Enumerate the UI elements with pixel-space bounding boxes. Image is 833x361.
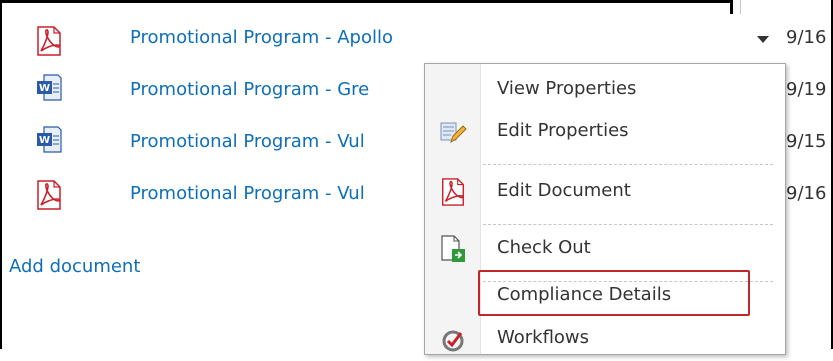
- frame-divider-light: [740, 0, 741, 14]
- menu-separator: [483, 164, 773, 165]
- menu-item-label: Edit Properties: [497, 120, 629, 141]
- menu-item-edit-document[interactable]: Edit Document: [425, 170, 785, 214]
- dropdown-arrow-icon: [757, 36, 769, 43]
- menu-item-workflows[interactable]: Workflows: [425, 317, 785, 361]
- document-link[interactable]: Promotional Program - Gre: [130, 79, 369, 100]
- item-menu-dropdown[interactable]: [751, 23, 777, 57]
- menu-separator: [483, 224, 773, 225]
- pdf-icon: [37, 180, 61, 210]
- document-row: Promotional Program - Apollo 9/16: [2, 14, 831, 62]
- menu-item-check-out[interactable]: Check Out: [425, 227, 785, 271]
- pdf-icon: [37, 26, 61, 56]
- menu-item-label: Check Out: [497, 237, 591, 258]
- menu-item-label: Workflows: [497, 327, 590, 348]
- document-link[interactable]: Promotional Program - Vul: [130, 183, 365, 204]
- modified-date: 9/19: [786, 79, 827, 100]
- menu-item-view-properties[interactable]: View Properties: [425, 68, 785, 112]
- menu-item-label: View Properties: [497, 78, 637, 99]
- svg-text:W: W: [39, 83, 50, 94]
- modified-date: 9/16: [786, 27, 827, 48]
- frame-divider: [730, 0, 733, 14]
- pdf-icon: [442, 178, 464, 206]
- modified-date: 9/16: [786, 183, 827, 204]
- word-icon: W: [37, 74, 62, 101]
- edit-properties-icon: [440, 122, 467, 144]
- check-out-icon: [441, 235, 465, 262]
- add-document-link[interactable]: Add document: [9, 256, 140, 277]
- menu-item-label: Edit Document: [497, 180, 631, 201]
- document-link[interactable]: Promotional Program - Vul: [130, 131, 365, 152]
- frame-top-border: [0, 0, 733, 3]
- svg-text:W: W: [39, 135, 50, 146]
- highlight-box: [478, 270, 750, 316]
- word-icon: W: [37, 126, 62, 153]
- menu-item-edit-properties[interactable]: Edit Properties: [425, 110, 785, 154]
- document-link[interactable]: Promotional Program - Apollo: [130, 27, 393, 48]
- modified-date: 9/15: [786, 131, 827, 152]
